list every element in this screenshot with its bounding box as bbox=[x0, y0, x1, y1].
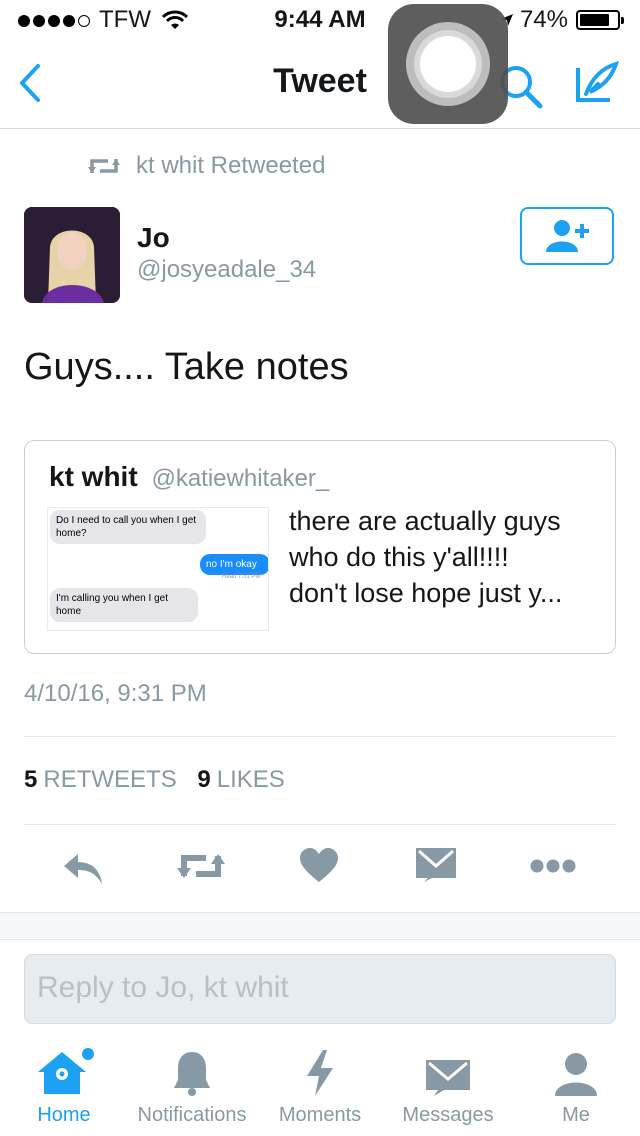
tab-messages[interactable]: Messages bbox=[384, 1040, 512, 1127]
battery-percent: 74% bbox=[519, 6, 568, 33]
lightning-icon bbox=[307, 1050, 333, 1096]
bell-icon bbox=[174, 1052, 210, 1096]
direct-message-button[interactable] bbox=[416, 848, 456, 887]
retweets-count: 5 bbox=[24, 766, 38, 793]
nav-bar: Tweet bbox=[0, 40, 640, 129]
quoted-media-thumbnail[interactable]: Do I need to call you when I get home? n… bbox=[47, 507, 269, 631]
page-title: Tweet bbox=[273, 62, 367, 100]
likes-count: 9 bbox=[197, 766, 211, 793]
reply-icon bbox=[64, 854, 102, 884]
divider bbox=[24, 736, 616, 737]
tweet-timestamp: 4/10/16, 9:31 PM bbox=[24, 680, 207, 707]
section-separator bbox=[0, 912, 640, 940]
reply-input[interactable]: Reply to Jo, kt whit bbox=[24, 954, 616, 1024]
tweet-actions bbox=[0, 840, 640, 900]
tab-bar: Home Notifications Moments Messages Me bbox=[0, 1040, 640, 1136]
quoted-header: kt whit @katiewhitaker_ bbox=[49, 461, 329, 493]
thumb-message-2: no I'm okay bbox=[200, 554, 268, 575]
tweet-stats: 5 RETWEETS 9 LIKES bbox=[24, 766, 285, 794]
retweet-button[interactable] bbox=[176, 848, 226, 889]
status-bar: TFW 9:44 AM 74% bbox=[0, 0, 640, 40]
heart-icon bbox=[300, 848, 338, 882]
tab-messages-label: Messages bbox=[402, 1104, 494, 1126]
quoted-author-handle: @katiewhitaker_ bbox=[151, 465, 330, 492]
thumb-message-3: I'm calling you when I get home bbox=[50, 588, 198, 622]
retweets-label: RETWEETS bbox=[43, 766, 177, 793]
more-dots-icon bbox=[530, 859, 576, 873]
retweets-stat[interactable]: 5 RETWEETS bbox=[24, 766, 177, 793]
follow-button[interactable] bbox=[520, 207, 614, 265]
reply-placeholder: Reply to Jo, kt whit bbox=[37, 971, 289, 1004]
retweet-context: kt whit Retweeted bbox=[86, 152, 325, 180]
thumb-message-1: Do I need to call you when I get home? bbox=[50, 510, 206, 544]
person-icon bbox=[555, 1053, 597, 1096]
retweet-icon bbox=[88, 159, 120, 173]
divider bbox=[24, 824, 616, 825]
assistive-touch-button[interactable] bbox=[388, 4, 508, 124]
tab-moments[interactable]: Moments bbox=[256, 1040, 384, 1127]
tab-notifications[interactable]: Notifications bbox=[128, 1040, 256, 1127]
likes-stat[interactable]: 9 LIKES bbox=[197, 766, 284, 793]
likes-label: LIKES bbox=[216, 766, 285, 793]
add-user-icon bbox=[546, 220, 589, 252]
like-button[interactable] bbox=[300, 848, 338, 889]
retweet-icon bbox=[177, 854, 225, 878]
reply-button[interactable] bbox=[62, 848, 104, 893]
envelope-icon bbox=[426, 1060, 470, 1096]
battery-icon bbox=[576, 10, 624, 30]
author-handle[interactable]: @josyeadale_34 bbox=[137, 256, 316, 284]
status-right: 74% bbox=[500, 6, 624, 34]
tab-moments-label: Moments bbox=[278, 1104, 362, 1126]
tab-home[interactable]: Home bbox=[0, 1040, 128, 1127]
avatar[interactable] bbox=[24, 207, 120, 303]
avatar-photo bbox=[24, 207, 120, 303]
envelope-icon bbox=[416, 848, 456, 882]
author-name[interactable]: Jo bbox=[137, 222, 170, 254]
tab-me[interactable]: Me bbox=[512, 1040, 640, 1127]
tab-home-label: Home bbox=[37, 1104, 91, 1126]
quoted-author-name: kt whit bbox=[49, 461, 138, 492]
tab-me-label: Me bbox=[562, 1104, 590, 1126]
retweet-context-label: kt whit Retweeted bbox=[136, 152, 326, 179]
tab-notifications-label: Notifications bbox=[137, 1104, 247, 1126]
tweet-text: Guys.... Take notes bbox=[24, 346, 349, 388]
compose-button[interactable] bbox=[572, 58, 620, 111]
quoted-tweet[interactable]: kt whit @katiewhitaker_ Do I need to cal… bbox=[24, 440, 616, 654]
compose-feather-icon bbox=[576, 61, 620, 102]
more-button[interactable] bbox=[530, 858, 576, 879]
home-icon bbox=[38, 1048, 94, 1094]
thumb-read-receipt: Read 7:31 PM bbox=[222, 574, 261, 580]
quoted-text: there are actually guys who do this y'al… bbox=[289, 506, 563, 608]
